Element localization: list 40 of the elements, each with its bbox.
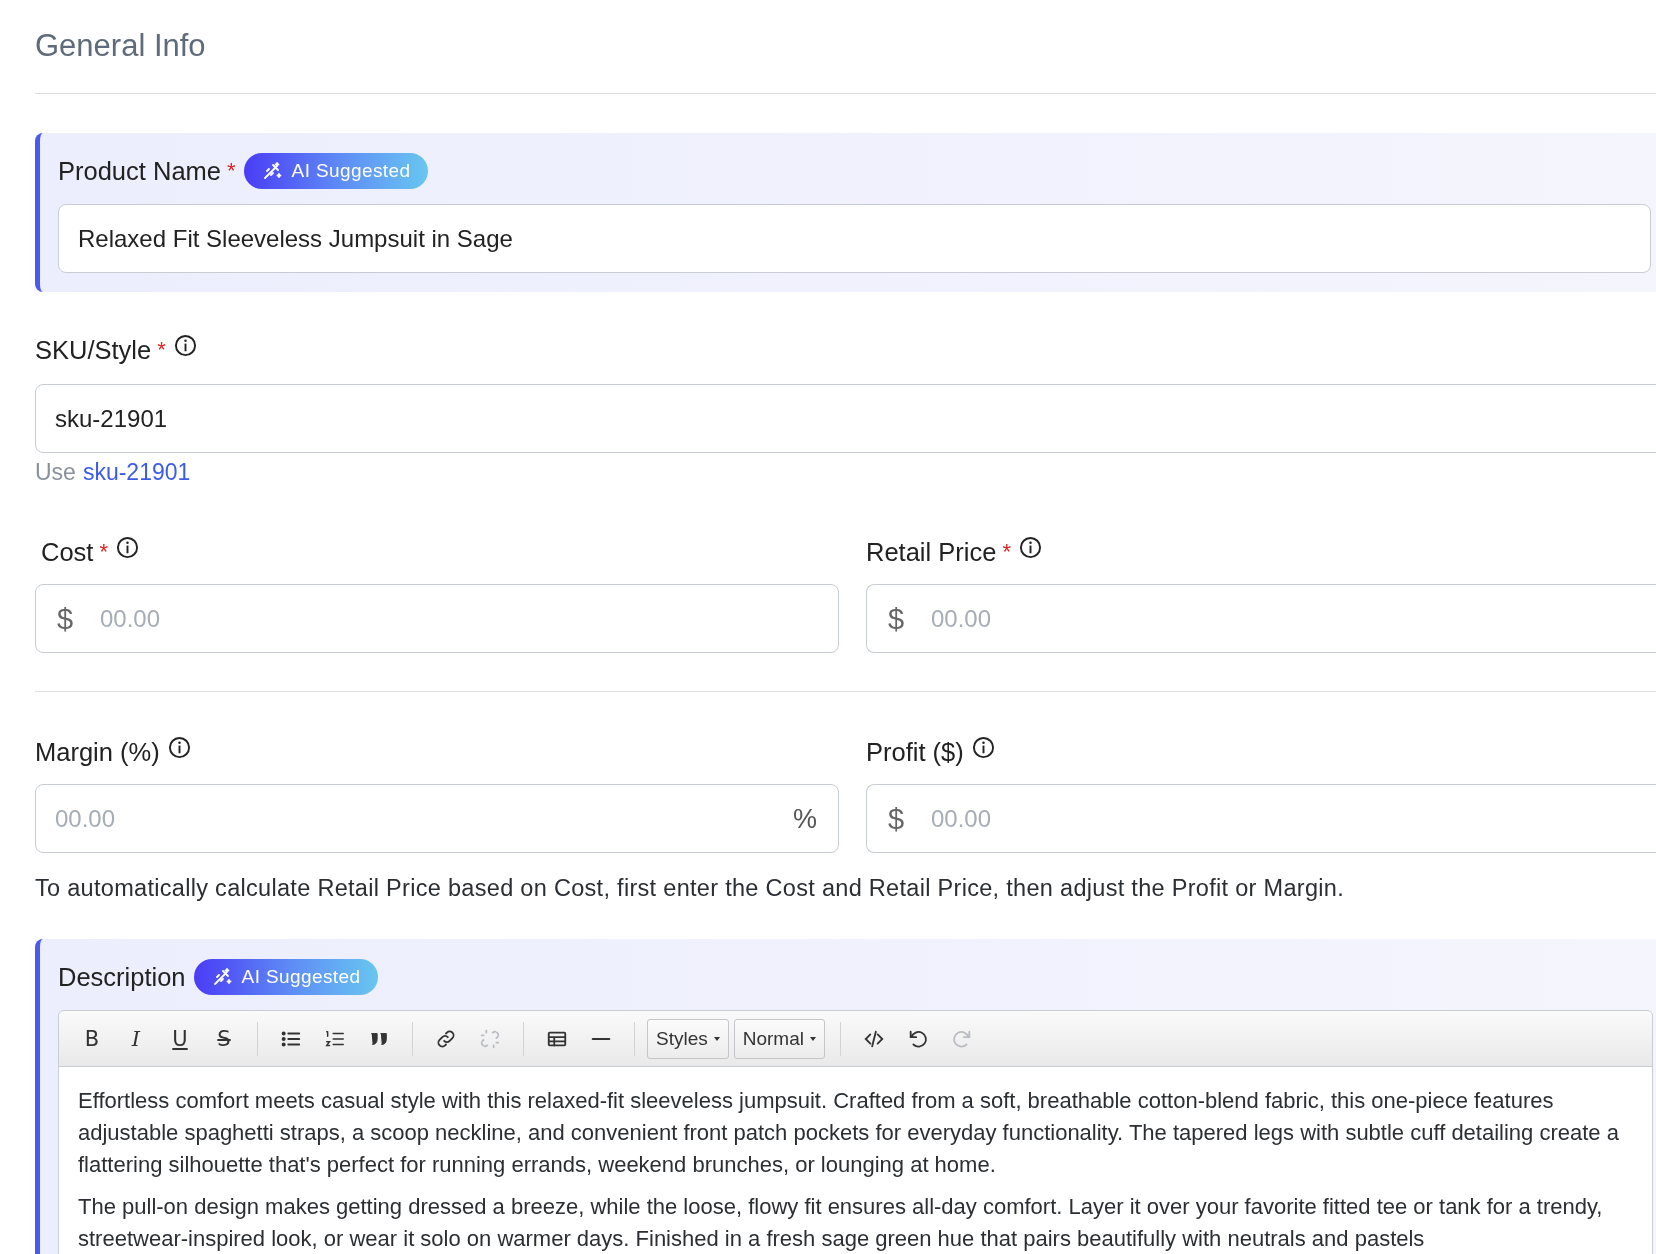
- style-dropdown[interactable]: Normal: [733, 1018, 825, 1059]
- field-label: Margin (%): [35, 737, 160, 767]
- sku-field[interactable]: sku-21901: [35, 384, 1656, 453]
- required-mark: *: [1002, 539, 1011, 565]
- help-text: To automatically calculate Retail Price based on Cost, first enter the Cost and Retail Price, then adjust the Profit or Margin.: [35, 874, 1345, 903]
- magic-wand-icon: [211, 967, 232, 987]
- required-mark: *: [227, 158, 236, 184]
- description-paragraph: The pull-on design makes getting dressed a breeze, while the loose, flowy fit ensures all-day comfort. Layer it over your favorite fitted tee or tank for a trendy, streetwear-inspired look, or wear it solo on warmer days. Finished in a fresh sage green hue that pairs beautifully with neutrals and pastels: [78, 1193, 1604, 1253]
- info-icon[interactable]: [1018, 535, 1042, 559]
- field-label: Profit ($): [866, 737, 964, 767]
- currency-symbol: $: [888, 802, 905, 835]
- currency-symbol: $: [57, 602, 74, 635]
- required-mark: *: [157, 337, 166, 363]
- format-button[interactable]: U: [159, 1018, 201, 1059]
- info-icon[interactable]: [167, 735, 191, 759]
- ai-suggested-badge: AI Suggested: [243, 153, 429, 189]
- suggestion-text: Use: [35, 459, 76, 486]
- required-mark: *: [99, 539, 108, 565]
- field-label: Product Name: [58, 156, 221, 186]
- caret-icon: [810, 1036, 816, 1041]
- format-button[interactable]: I: [115, 1018, 157, 1059]
- product-name-field[interactable]: Relaxed Fit Sleeveless Jumpsuit in Sage: [58, 204, 1651, 273]
- field-label: Retail Price: [866, 537, 997, 567]
- field-label: Cost: [41, 537, 94, 567]
- format-button[interactable]: B: [71, 1018, 113, 1059]
- ai-suggested-badge: AI Suggested: [193, 959, 379, 995]
- field-label: SKU/Style: [35, 335, 152, 365]
- field-label: Description: [58, 962, 186, 992]
- format-button[interactable]: S: [203, 1018, 245, 1059]
- currency-symbol: $: [888, 602, 905, 635]
- info-icon[interactable]: [173, 333, 197, 357]
- magic-wand-icon: [261, 161, 282, 181]
- info-icon[interactable]: [116, 535, 139, 559]
- sku-suggestion-link[interactable]: sku-21901: [82, 459, 191, 486]
- percent-symbol: %: [793, 803, 817, 834]
- style-dropdown[interactable]: Styles: [647, 1018, 729, 1059]
- caret-icon: [713, 1036, 720, 1041]
- info-icon[interactable]: [971, 735, 995, 759]
- description-paragraph: Effortless comfort meets casual style with this relaxed-fit sleeveless jumpsuit. Crafted from a soft, breathable cotton-blend fabric, this one-piece features adjustable spaghetti straps, a scoop neckline, and convenient front patch pockets for everyday functionality. The tapered legs with subtle cuff detailing create a flattering silhouette that's perfect for running errands, weekend brunches, or lounging at home.: [78, 1087, 1620, 1179]
- section-title: General Info: [35, 27, 207, 65]
